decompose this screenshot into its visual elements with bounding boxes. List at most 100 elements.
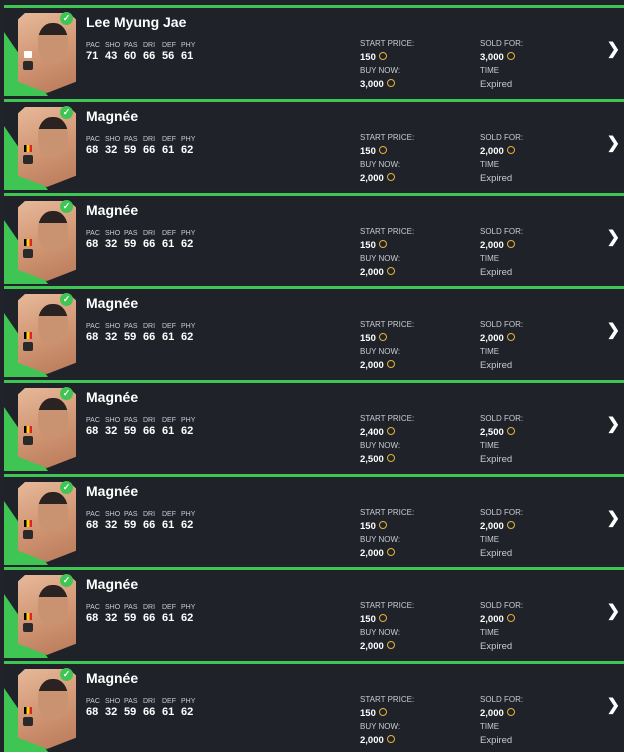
time-label: TIME [480, 628, 500, 637]
chevron-right-icon[interactable]: ❯ [607, 696, 620, 716]
time-value: Expired [480, 266, 513, 278]
stat-label: PAC [86, 323, 100, 330]
stat-label: PAS [124, 511, 138, 518]
start-price-value: 150 [360, 613, 376, 625]
player-card[interactable] [18, 13, 76, 93]
transfer-item-row[interactable]: ✓ Magnée PAC 68 SHO 32 PAS 59 DRI 66 DEF… [4, 567, 624, 658]
chevron-right-icon[interactable]: ❯ [607, 321, 620, 341]
coin-icon [386, 735, 395, 744]
coin-icon [386, 173, 395, 182]
player-name: Magnée [86, 202, 139, 218]
stat-value: 61 [162, 425, 175, 437]
sold-for-value: 2,000 [480, 520, 504, 532]
stat-2: PAS 60 [124, 41, 143, 63]
start-price-value: 150 [360, 145, 376, 157]
stat-value: 56 [162, 50, 175, 62]
coin-icon [378, 708, 387, 717]
nation-flag-icon [24, 520, 32, 527]
player-stats: PAC 68 SHO 32 PAS 59 DRI 66 DEF 61 PHY 6… [86, 416, 200, 438]
stat-value: 61 [162, 519, 175, 531]
player-card[interactable] [18, 669, 76, 749]
player-portrait [38, 304, 68, 344]
coin-icon [386, 267, 395, 276]
stat-5: PHY 62 [181, 603, 200, 625]
transfer-item-row[interactable]: ✓ Magnée PAC 68 SHO 32 PAS 59 DRI 66 DEF… [4, 474, 624, 565]
stat-1: SHO 32 [105, 416, 124, 438]
stat-value: 66 [143, 425, 156, 437]
sold-for-label: SOLD FOR: [480, 133, 524, 142]
transfer-item-row[interactable]: ✓ Lee Myung Jae PAC 71 SHO 43 PAS 60 DRI… [4, 5, 624, 96]
stat-label: DRI [143, 511, 156, 518]
chevron-right-icon[interactable]: ❯ [607, 415, 620, 435]
sold-for-value: 3,000 [480, 51, 504, 63]
start-price-label: START PRICE: [360, 320, 415, 329]
chevron-right-icon[interactable]: ❯ [607, 602, 620, 622]
stat-label: PAS [124, 136, 138, 143]
nation-flag-icon [24, 239, 32, 246]
coin-icon [386, 79, 395, 88]
player-name: Magnée [86, 483, 139, 499]
club-badge-icon [23, 155, 33, 164]
sold-for-value: 2,500 [480, 426, 504, 438]
coin-icon [506, 240, 515, 249]
price-column: START PRICE: 150 BUY NOW: 2,000 [360, 131, 414, 185]
transfer-item-row[interactable]: ✓ Magnée PAC 68 SHO 32 PAS 59 DRI 66 DEF… [4, 286, 624, 377]
transfer-item-row[interactable]: ✓ Magnée PAC 68 SHO 32 PAS 59 DRI 66 DEF… [4, 99, 624, 190]
stat-5: PHY 61 [181, 41, 200, 63]
stat-value: 62 [181, 425, 194, 437]
check-icon: ✓ [60, 106, 73, 119]
stat-label: PHY [181, 417, 196, 424]
stat-3: DRI 66 [143, 229, 162, 251]
player-card[interactable] [18, 575, 76, 655]
start-price-value: 150 [360, 520, 376, 532]
sold-column: SOLD FOR: 2,000 TIME Expired [480, 693, 523, 747]
player-card[interactable] [18, 388, 76, 468]
stat-label: PAC [86, 136, 100, 143]
sold-column: SOLD FOR: 2,000 TIME Expired [480, 506, 523, 560]
sold-for-label: SOLD FOR: [480, 320, 524, 329]
coin-icon [378, 146, 387, 155]
price-column: START PRICE: 150 BUY NOW: 2,000 [360, 318, 414, 372]
buy-now-label: BUY NOW: [360, 347, 401, 356]
stat-2: PAS 59 [124, 603, 143, 625]
chevron-right-icon[interactable]: ❯ [607, 40, 620, 60]
stat-0: PAC 68 [86, 603, 105, 625]
player-portrait [38, 585, 68, 625]
stat-value: 66 [143, 238, 156, 250]
buy-now-label: BUY NOW: [360, 160, 401, 169]
player-card[interactable] [18, 294, 76, 374]
chevron-right-icon[interactable]: ❯ [607, 228, 620, 248]
sold-column: SOLD FOR: 2,000 TIME Expired [480, 225, 523, 279]
stat-value: 61 [162, 144, 175, 156]
time-value: Expired [480, 640, 513, 652]
transfer-item-row[interactable]: ✓ Magnée PAC 68 SHO 32 PAS 59 DRI 66 DEF… [4, 380, 624, 471]
coin-icon [386, 427, 395, 436]
stat-5: PHY 62 [181, 697, 200, 719]
stat-label: SHO [105, 42, 121, 49]
stat-value: 32 [105, 144, 118, 156]
sold-for-value: 2,000 [480, 707, 504, 719]
stat-label: PAS [124, 230, 138, 237]
player-card[interactable] [18, 482, 76, 562]
player-card[interactable] [18, 201, 76, 281]
stat-label: DRI [143, 136, 156, 143]
player-card[interactable] [18, 107, 76, 187]
transfer-item-row[interactable]: ✓ Magnée PAC 68 SHO 32 PAS 59 DRI 66 DEF… [4, 193, 624, 284]
stat-value: 66 [143, 331, 156, 343]
buy-now-value: 2,000 [360, 172, 384, 184]
stat-3: DRI 66 [143, 603, 162, 625]
start-price-value: 2,400 [360, 426, 384, 438]
stat-2: PAS 59 [124, 416, 143, 438]
coin-icon [386, 360, 395, 369]
stat-label: PHY [181, 42, 196, 49]
chevron-right-icon[interactable]: ❯ [607, 134, 620, 154]
check-icon: ✓ [60, 387, 73, 400]
buy-now-label: BUY NOW: [360, 441, 401, 450]
buy-now-label: BUY NOW: [360, 722, 401, 731]
stat-1: SHO 32 [105, 510, 124, 532]
stat-value: 61 [181, 50, 194, 62]
transfer-item-row[interactable]: ✓ Magnée PAC 68 SHO 32 PAS 59 DRI 66 DEF… [4, 661, 624, 752]
player-portrait [38, 492, 68, 532]
stat-value: 59 [124, 519, 137, 531]
chevron-right-icon[interactable]: ❯ [607, 509, 620, 529]
